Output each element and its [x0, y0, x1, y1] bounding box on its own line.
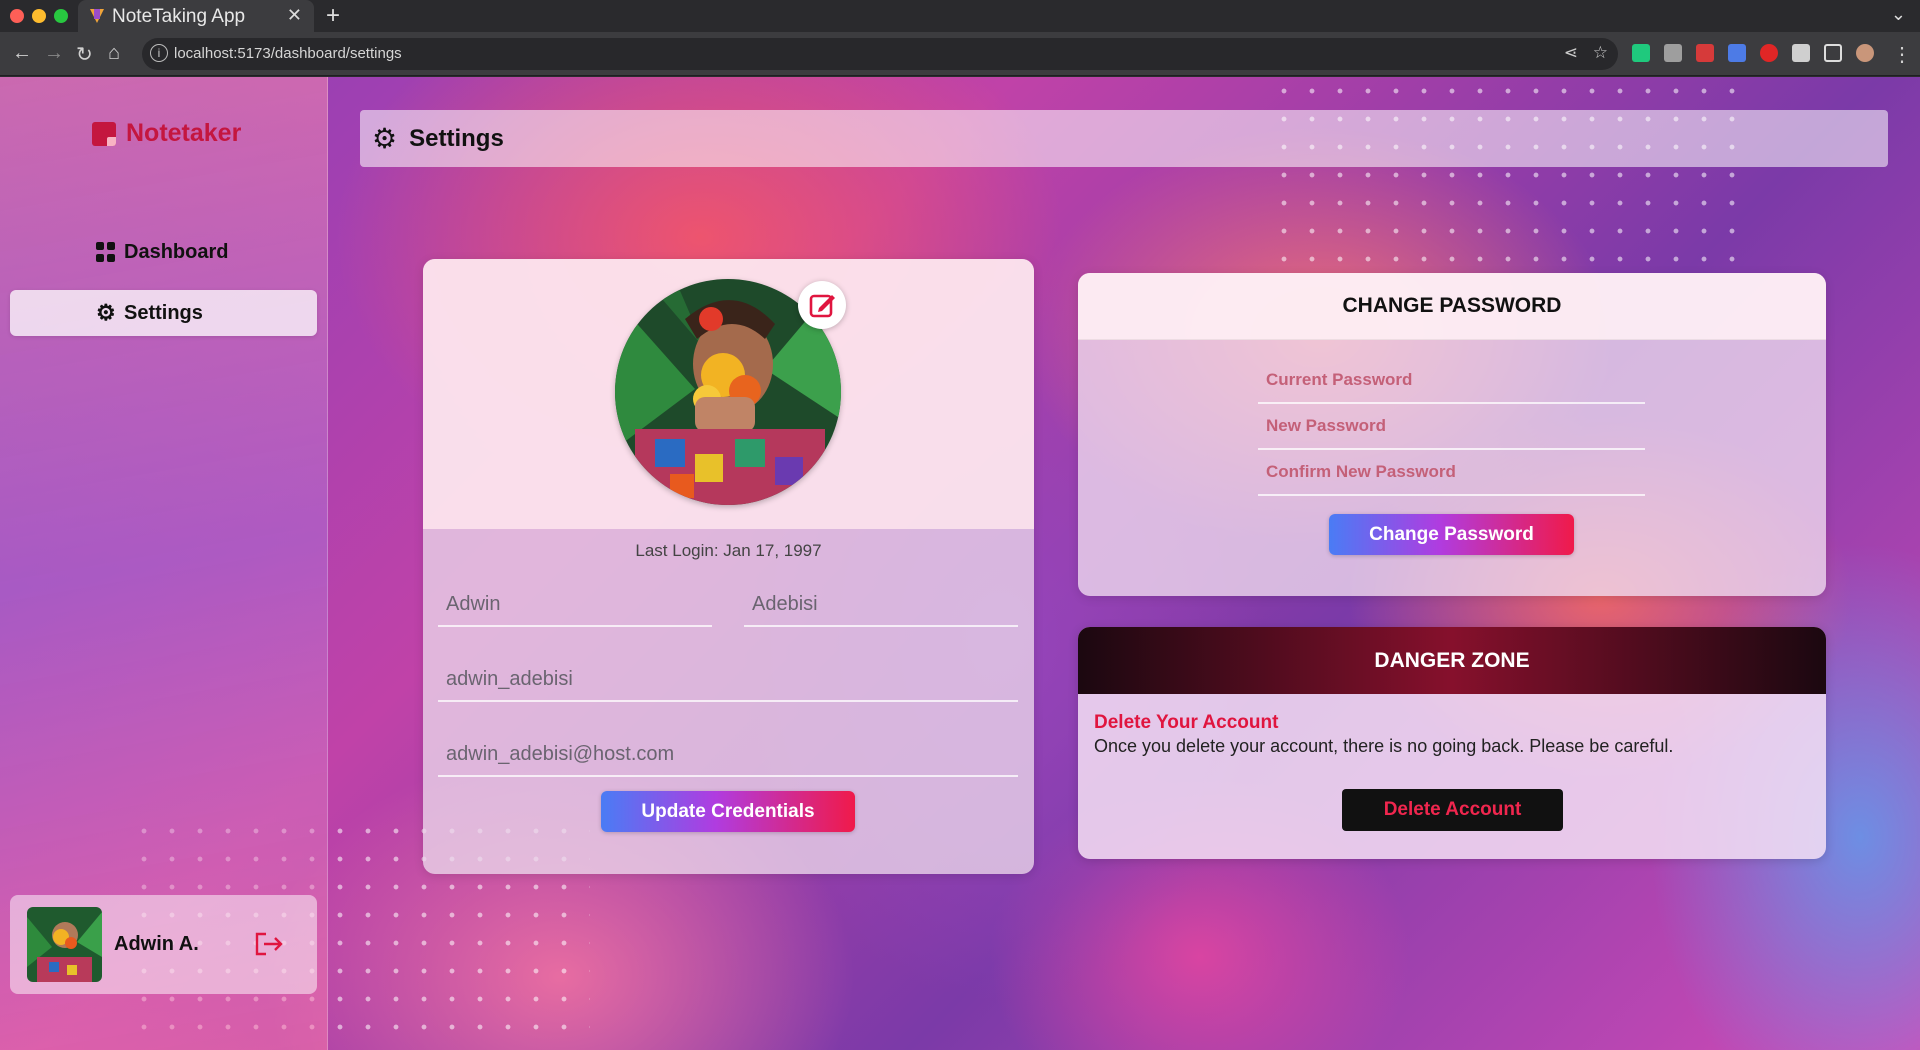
reload-icon[interactable]: ↻	[76, 42, 93, 67]
extension-icon[interactable]	[1632, 44, 1650, 62]
edit-icon	[809, 294, 835, 318]
gear-icon: ⚙	[96, 300, 116, 325]
sticky-note-icon	[92, 121, 116, 146]
change-password-button[interactable]: Change Password	[1329, 514, 1574, 555]
sidebar-item-label: Settings	[124, 301, 203, 324]
update-credentials-button[interactable]: Update Credentials	[601, 791, 855, 832]
close-tab-icon[interactable]: ✕	[287, 5, 302, 26]
sidepanel-icon[interactable]	[1824, 44, 1842, 62]
confirm-password-input[interactable]: Confirm New Password	[1258, 454, 1645, 496]
change-password-card: CHANGE PASSWORD Current Password New Pas…	[1078, 273, 1826, 596]
chevron-down-icon[interactable]: ⌄	[1891, 4, 1906, 25]
extension-icon[interactable]	[1760, 44, 1778, 62]
sidebar: Notetaker Dashboard ⚙ Settings Adwin A.	[0, 77, 328, 1050]
sidebar-item-dashboard[interactable]: Dashboard	[10, 229, 317, 275]
current-password-input[interactable]: Current Password	[1258, 362, 1645, 404]
edit-avatar-button[interactable]	[798, 281, 846, 329]
extension-icon[interactable]	[1728, 44, 1746, 62]
decorative-dots	[1270, 77, 1750, 267]
sidebar-item-settings[interactable]: ⚙ Settings	[10, 290, 317, 336]
window-zoom-button[interactable]	[54, 9, 68, 23]
email-field[interactable]: adwin_adebisi@host.com	[438, 735, 1018, 777]
home-icon[interactable]: ⌂	[108, 42, 120, 65]
delete-account-button[interactable]: Delete Account	[1342, 789, 1563, 831]
dashboard-grid-icon	[96, 242, 116, 262]
puzzle-icon[interactable]	[1792, 44, 1810, 62]
first-name-field[interactable]: Adwin	[438, 585, 712, 627]
extension-icon[interactable]	[1696, 44, 1714, 62]
last-login-text: Last Login: Jan 17, 1997	[635, 541, 822, 560]
delete-account-heading: Delete Your Account	[1094, 712, 1279, 733]
new-password-input[interactable]: New Password	[1258, 408, 1645, 450]
app-favicon-icon	[90, 9, 104, 23]
change-password-title: CHANGE PASSWORD	[1078, 273, 1826, 340]
browser-tab-bar: NoteTaking App ✕ + ⌄	[0, 0, 1920, 32]
user-name: Adwin A.	[114, 933, 199, 955]
danger-zone-title: DANGER ZONE	[1078, 627, 1826, 694]
extension-icon[interactable]	[1664, 44, 1682, 62]
username-field[interactable]: adwin_adebisi	[438, 660, 1018, 702]
brand-logo[interactable]: Notetaker	[92, 119, 241, 148]
tab-title: NoteTaking App	[112, 6, 246, 27]
browser-address-bar: ← → ↻ ⌂ i localhost:5173/dashboard/setti…	[0, 32, 1920, 76]
danger-zone-card: DANGER ZONE Delete Your Account Once you…	[1078, 627, 1826, 859]
browser-tab[interactable]: NoteTaking App ✕	[78, 0, 314, 32]
url-text: localhost:5173/dashboard/settings	[174, 45, 402, 62]
browser-menu-icon[interactable]: ⋮	[1892, 42, 1912, 67]
new-tab-icon[interactable]: +	[326, 2, 340, 30]
site-info-icon[interactable]: i	[150, 44, 168, 62]
brand-name: Notetaker	[126, 119, 242, 147]
sidebar-item-label: Dashboard	[124, 240, 229, 263]
app-root: Notetaker Dashboard ⚙ Settings Adwin A. …	[0, 77, 1920, 1050]
page-header: ⚙ Settings	[360, 110, 1888, 167]
profile-avatar-icon[interactable]	[1856, 44, 1874, 62]
forward-arrow-icon[interactable]: →	[44, 42, 64, 65]
back-arrow-icon[interactable]: ←	[12, 42, 32, 65]
profile-card: Last Login: Jan 17, 1997 Adwin Adebisi a…	[423, 259, 1034, 874]
delete-account-warning: Once you delete your account, there is n…	[1094, 736, 1674, 756]
gear-icon: ⚙	[372, 122, 398, 154]
last-name-field[interactable]: Adebisi	[744, 585, 1018, 627]
url-field[interactable]: i localhost:5173/dashboard/settings ☆ ⋖	[142, 38, 1618, 70]
share-icon[interactable]: ⋖	[1564, 43, 1578, 63]
page-title: Settings	[409, 124, 504, 152]
window-minimize-button[interactable]	[32, 9, 46, 23]
user-card: Adwin A.	[10, 895, 317, 994]
logout-icon[interactable]	[254, 931, 284, 957]
bookmark-star-icon[interactable]: ☆	[1593, 43, 1608, 63]
window-close-button[interactable]	[10, 9, 24, 23]
avatar[interactable]	[27, 907, 102, 982]
